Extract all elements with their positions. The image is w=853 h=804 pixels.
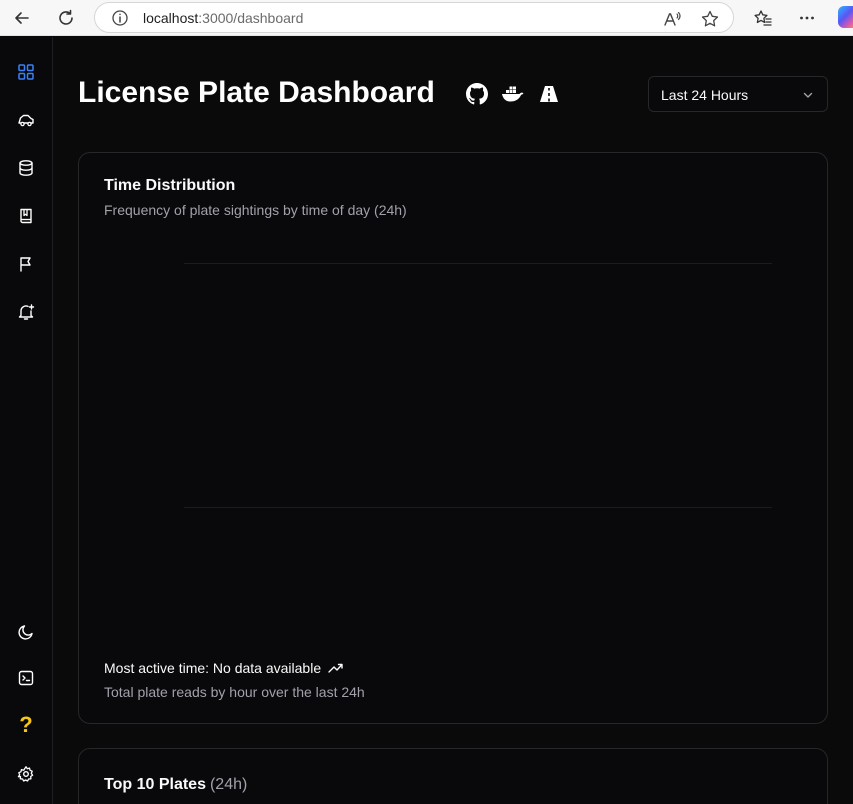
- docker-link[interactable]: [501, 82, 525, 106]
- settings-button[interactable]: [14, 762, 38, 786]
- address-bar[interactable]: localhost:3000/dashboard: [94, 2, 734, 33]
- read-aloud-icon: [664, 11, 681, 26]
- top-plates-period: (24h): [209, 776, 248, 793]
- car-icon: [18, 114, 34, 127]
- favorite-button[interactable]: [699, 8, 721, 30]
- sidebar-item-dashboard[interactable]: [14, 60, 38, 84]
- terminal-button[interactable]: [14, 666, 38, 690]
- arrow-left-icon: [15, 12, 29, 24]
- favorites-button[interactable]: [749, 4, 777, 32]
- sidebar-item-alerts[interactable]: [14, 300, 38, 324]
- chart-gridline: [184, 263, 772, 264]
- top-plates-card: Top 10 Plates (24h): [78, 748, 828, 804]
- sidebar-item-database[interactable]: [14, 156, 38, 180]
- most-active-time-text: Most active time: No data available: [104, 660, 322, 676]
- url-host: localhost: [143, 10, 199, 26]
- star-icon: [701, 10, 719, 27]
- help-icon: ?: [19, 712, 33, 737]
- road-icon: [540, 86, 558, 102]
- time-range-value: Last 24 Hours: [661, 87, 749, 103]
- book-icon: [20, 208, 32, 224]
- terminal-icon: [18, 670, 34, 686]
- top-plates-title-text: Top 10 Plates: [104, 776, 206, 793]
- more-horizontal-icon: [800, 16, 814, 20]
- reload-button[interactable]: [52, 4, 80, 32]
- back-button[interactable]: [8, 4, 36, 32]
- read-aloud-button[interactable]: [661, 8, 683, 30]
- time-distribution-title: Time Distribution: [104, 177, 236, 194]
- trending-up-icon: [328, 663, 343, 673]
- chart-gridline: [184, 507, 772, 508]
- help-button[interactable]: ?: [14, 713, 38, 737]
- road-link[interactable]: [537, 82, 561, 106]
- dashboard-grid-icon: [18, 64, 34, 80]
- database-icon: [19, 160, 33, 176]
- moon-icon: [18, 625, 33, 640]
- page-title: License Plate Dashboard: [78, 76, 435, 109]
- sidebar-item-flags[interactable]: [14, 252, 38, 276]
- bell-plus-icon: [18, 304, 35, 320]
- total-reads-caption: Total plate reads by hour over the last …: [104, 684, 365, 700]
- sidebar: ?: [0, 37, 53, 804]
- favorites-list-icon: [754, 10, 772, 26]
- most-active-time: Most active time: No data available: [104, 660, 345, 676]
- time-distribution-description: Frequency of plate sightings by time of …: [104, 202, 407, 218]
- time-range-select[interactable]: Last 24 Hours: [648, 76, 828, 112]
- time-distribution-card: Time Distribution Frequency of plate sig…: [78, 152, 828, 724]
- github-link[interactable]: [465, 82, 489, 106]
- url-path: :3000/dashboard: [198, 10, 304, 26]
- gear-icon: [17, 766, 34, 782]
- url-text[interactable]: localhost:3000/dashboard: [143, 10, 303, 26]
- github-icon: [466, 83, 488, 105]
- info-icon[interactable]: [111, 9, 129, 27]
- sidebar-item-cars[interactable]: [14, 108, 38, 132]
- chevron-down-icon: [803, 92, 813, 98]
- flag-icon: [20, 257, 31, 272]
- sidebar-item-book[interactable]: [14, 204, 38, 228]
- browser-toolbar: localhost:3000/dashboard: [0, 0, 853, 36]
- top-plates-title: Top 10 Plates (24h): [104, 776, 247, 794]
- theme-toggle-button[interactable]: [14, 620, 38, 644]
- more-menu-button[interactable]: [793, 4, 821, 32]
- copilot-icon[interactable]: [838, 6, 853, 28]
- refresh-icon: [59, 9, 73, 25]
- docker-icon: [502, 86, 524, 102]
